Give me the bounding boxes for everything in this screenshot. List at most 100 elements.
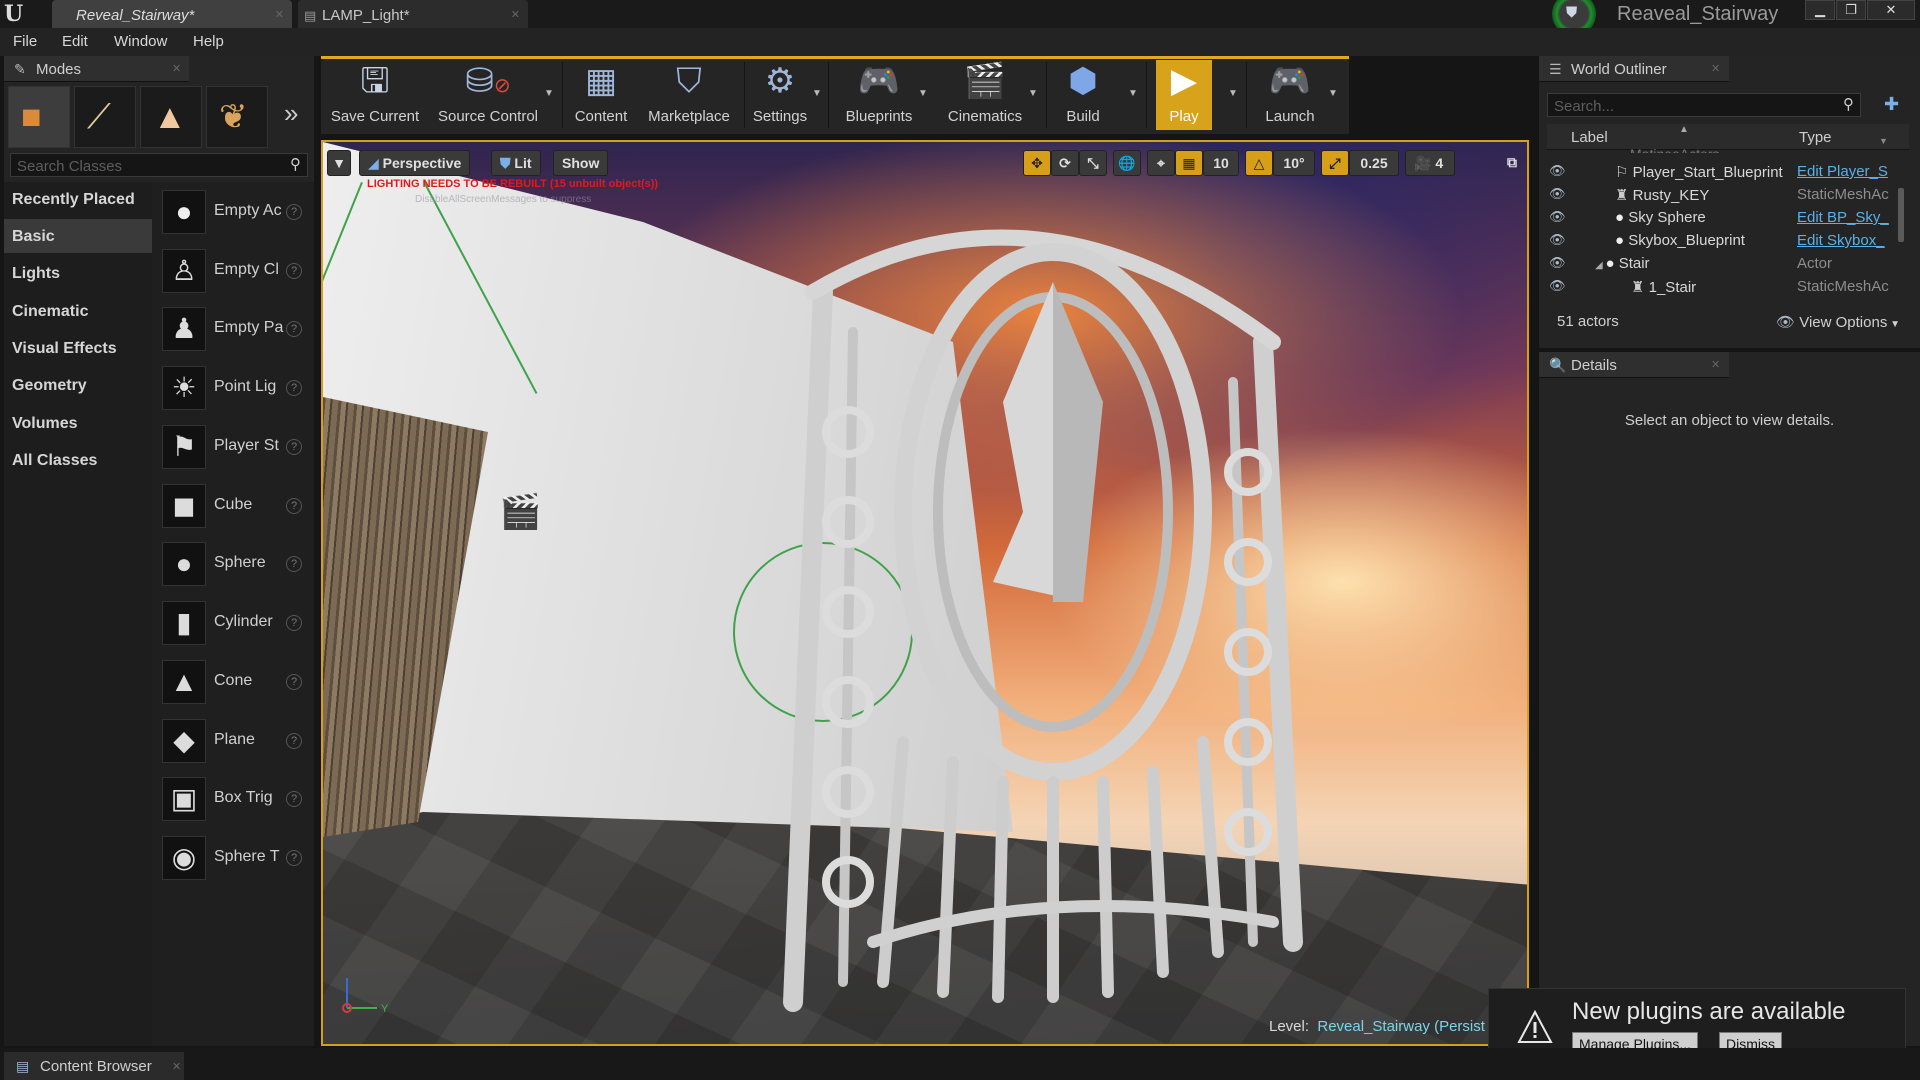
view-options-button[interactable]: 👁 View Options ▼ xyxy=(1776,313,1900,331)
place-item-point-light[interactable]: ☀ Point Lig? xyxy=(160,360,306,416)
source-control-button[interactable]: ⛁⊘ Source Control xyxy=(432,60,544,130)
place-mode-button[interactable]: ■ xyxy=(8,86,70,148)
iron-gate-mesh[interactable] xyxy=(753,182,1313,1032)
scale-tool-icon[interactable]: ⤡ xyxy=(1079,150,1107,176)
marketplace-button[interactable]: ⛉ Marketplace xyxy=(640,60,738,130)
help-icon[interactable]: ? xyxy=(286,380,302,396)
outliner-search-input[interactable]: Search... ⚲ xyxy=(1547,93,1861,117)
category-volumes[interactable]: Volumes xyxy=(4,406,152,440)
category-visual-effects[interactable]: Visual Effects xyxy=(4,331,152,365)
visibility-eye-icon[interactable]: 👁 xyxy=(1549,232,1566,248)
viewport-options-button[interactable]: ▼ xyxy=(327,150,351,176)
lit-button[interactable]: ⛊ Lit xyxy=(491,150,541,176)
help-icon[interactable]: ? xyxy=(286,439,302,455)
blueprints-button[interactable]: 🎮 Blueprints xyxy=(834,60,924,130)
content-browser-tab[interactable]: ▤ Content Browser ✕ xyxy=(4,1052,184,1080)
category-geometry[interactable]: Geometry xyxy=(4,368,152,402)
visibility-eye-icon[interactable]: 👁 xyxy=(1549,209,1566,225)
place-item-cube[interactable]: ◼ Cube? xyxy=(160,478,306,534)
outliner-row-rusty-key[interactable]: 👁 ♜ Rusty_KEY StaticMeshAc xyxy=(1539,183,1920,206)
details-tab[interactable]: 🔍 Details ✕ xyxy=(1539,352,1729,378)
rotation-snap-value[interactable]: 10° xyxy=(1273,150,1315,176)
play-dropdown-icon[interactable]: ▼ xyxy=(1228,88,1238,99)
modes-panel-tab[interactable]: ✎ Modes ✕ xyxy=(4,56,189,82)
place-item-sphere-trigger[interactable]: ◉ Sphere T? xyxy=(160,830,306,886)
settings-dropdown-icon[interactable]: ▼ xyxy=(812,88,822,99)
close-panel-icon[interactable]: ✕ xyxy=(1711,358,1720,371)
edit-blueprint-link[interactable]: Edit Player_S xyxy=(1797,163,1897,180)
type-column-header[interactable]: Type xyxy=(1799,129,1832,146)
visibility-eye-icon[interactable]: 👁 xyxy=(1549,186,1566,202)
help-icon[interactable]: ? xyxy=(286,850,302,866)
close-tab-icon[interactable]: ✕ xyxy=(172,1060,181,1073)
rotation-snap-icon[interactable]: △ xyxy=(1245,150,1273,176)
build-button[interactable]: ⬢ Build xyxy=(1052,60,1114,130)
place-item-empty-actor[interactable]: ● Empty Ac? xyxy=(160,184,306,240)
source-control-dropdown-icon[interactable]: ▼ xyxy=(544,88,554,99)
perspective-button[interactable]: ◢ Perspective xyxy=(359,150,471,176)
more-modes-chevron-icon[interactable]: » xyxy=(284,98,298,129)
camera-actor-icon[interactable]: 🎬 xyxy=(499,492,541,532)
close-tab-icon[interactable]: ✕ xyxy=(275,8,284,21)
place-item-cone[interactable]: ▲ Cone? xyxy=(160,654,306,710)
place-item-empty-character[interactable]: ♙ Empty Cl? xyxy=(160,243,306,299)
help-icon[interactable]: ? xyxy=(286,674,302,690)
expand-arrow-icon[interactable]: ◢ xyxy=(1595,260,1605,271)
restore-button[interactable]: ❐ xyxy=(1836,0,1866,20)
help-icon[interactable]: ? xyxy=(286,498,302,514)
visibility-eye-icon[interactable]: 👁 xyxy=(1549,255,1566,271)
outliner-add-icon[interactable]: ✚ xyxy=(1884,94,1899,115)
document-tab-lamp-light[interactable]: ▤ LAMP_Light* ✕ xyxy=(298,0,528,28)
play-button[interactable]: ▶ Play xyxy=(1156,60,1212,130)
outliner-row-stair[interactable]: 👁 ◢ ● Stair Actor xyxy=(1539,252,1920,275)
build-dropdown-icon[interactable]: ▼ xyxy=(1128,88,1138,99)
cinematics-button[interactable]: 🎬 Cinematics xyxy=(938,60,1032,130)
label-column-header[interactable]: Label xyxy=(1571,129,1608,146)
paint-mode-button[interactable]: ⟋ xyxy=(74,86,136,148)
help-icon[interactable]: ? xyxy=(286,733,302,749)
category-cinematic[interactable]: Cinematic xyxy=(4,294,152,328)
document-tab-reveal-stairway[interactable]: Reveal_Stairway* ✕ xyxy=(52,0,292,28)
menu-edit[interactable]: Edit xyxy=(62,33,88,50)
scale-snap-value[interactable]: 0.25 xyxy=(1349,150,1399,176)
outliner-row-1-stair[interactable]: 👁 ♜ 1_Stair StaticMeshAc xyxy=(1539,275,1920,298)
category-all-classes[interactable]: All Classes xyxy=(4,443,152,477)
world-outliner-tab[interactable]: ☰ World Outliner ✕ xyxy=(1539,56,1729,82)
landscape-mode-button[interactable]: ▲ xyxy=(140,86,202,148)
visibility-eye-icon[interactable]: 👁 xyxy=(1549,278,1566,294)
visibility-eye-icon[interactable]: 👁 xyxy=(1549,163,1566,179)
grid-snap-value[interactable]: 10 xyxy=(1203,150,1239,176)
place-item-empty-pawn[interactable]: ♟ Empty Pa? xyxy=(160,301,306,357)
help-icon[interactable]: ? xyxy=(286,615,302,631)
blueprints-dropdown-icon[interactable]: ▼ xyxy=(918,88,928,99)
save-current-button[interactable]: 🖫 Save Current xyxy=(328,60,422,130)
edit-blueprint-link[interactable]: Edit BP_Sky_ xyxy=(1797,209,1897,226)
maximize-viewport-icon[interactable]: ⧉ xyxy=(1501,150,1523,176)
help-icon[interactable]: ? xyxy=(286,321,302,337)
help-icon[interactable]: ? xyxy=(286,263,302,279)
launch-button[interactable]: 🎮 Launch xyxy=(1252,60,1328,130)
category-recently-placed[interactable]: Recently Placed xyxy=(4,182,152,216)
category-lights[interactable]: Lights xyxy=(4,256,152,290)
grid-snap-icon[interactable]: ▦ xyxy=(1175,150,1203,176)
close-panel-icon[interactable]: ✕ xyxy=(172,62,181,75)
foliage-mode-button[interactable]: ❦ xyxy=(206,86,268,148)
outliner-scrollbar[interactable] xyxy=(1898,188,1904,242)
surface-snap-icon[interactable]: ⌖ xyxy=(1147,150,1175,176)
rotate-tool-icon[interactable]: ⟳ xyxy=(1051,150,1079,176)
place-item-player-start[interactable]: ⚑ Player St? xyxy=(160,419,306,475)
menu-file[interactable]: File xyxy=(13,33,37,50)
scale-snap-icon[interactable]: ⤢ xyxy=(1321,150,1349,176)
level-viewport[interactable]: 🎬 ▼ ◢ Perspective ⛊ Lit Show ✥ ⟳ ⤡ 🌐 ⌖ ▦… xyxy=(321,140,1529,1046)
content-button[interactable]: ▦ Content xyxy=(568,60,634,130)
edit-blueprint-link[interactable]: Edit Skybox_ xyxy=(1797,232,1897,249)
camera-speed-button[interactable]: 🎥 4 xyxy=(1405,150,1455,176)
cinematics-dropdown-icon[interactable]: ▼ xyxy=(1028,88,1038,99)
minimize-button[interactable]: ▁ xyxy=(1805,0,1835,20)
category-basic[interactable]: Basic xyxy=(4,219,152,253)
help-icon[interactable]: ? xyxy=(286,556,302,572)
translate-tool-icon[interactable]: ✥ xyxy=(1023,150,1051,176)
type-column-dropdown-icon[interactable]: ▼ xyxy=(1879,136,1888,146)
place-item-sphere[interactable]: ● Sphere? xyxy=(160,536,306,592)
outliner-row-sky-sphere[interactable]: 👁 ● Sky Sphere Edit BP_Sky_ xyxy=(1539,206,1920,229)
